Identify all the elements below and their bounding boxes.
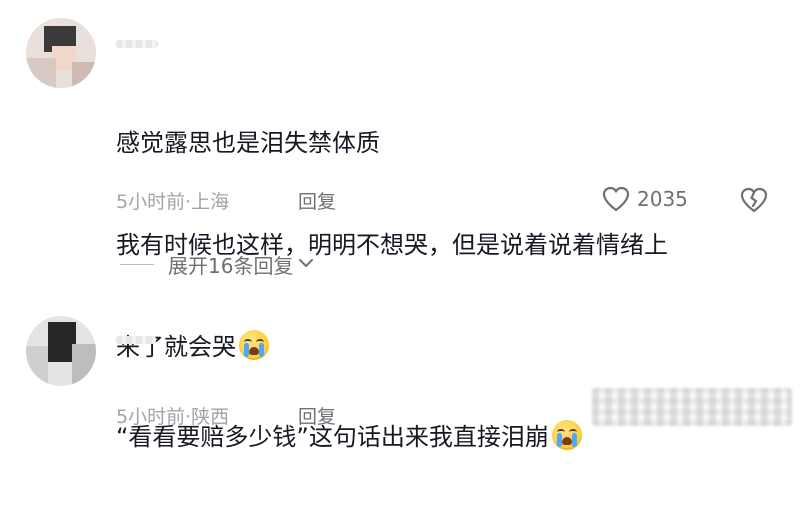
- avatar-pixel: [26, 58, 56, 88]
- expand-replies-button[interactable]: 展开16条回复: [120, 250, 315, 279]
- loudly-crying-face-icon: [551, 420, 582, 450]
- broken-heart-icon: [740, 187, 768, 217]
- location: 陕西: [191, 406, 230, 428]
- location: 上海: [191, 191, 230, 213]
- chevron-down-icon: [297, 254, 315, 276]
- avatar[interactable]: [26, 18, 96, 88]
- comment-meta: 5小时前·陕西: [116, 402, 229, 429]
- comment-line: 感觉露思也是泪失禁体质: [116, 129, 380, 157]
- timestamp: 5小时前: [116, 406, 186, 428]
- avatar[interactable]: [26, 316, 96, 386]
- avatar-pixel: [72, 62, 96, 88]
- divider-line: [120, 264, 154, 265]
- username[interactable]: [116, 40, 158, 48]
- expand-replies-label: 展开16条回复: [168, 254, 294, 278]
- heart-icon: [602, 186, 630, 212]
- blurred-watermark: [592, 388, 792, 426]
- comment-text: “看看要赔多少钱”这句话出来我直接泪崩: [116, 352, 582, 522]
- comment-meta: 5小时前·上海: [116, 187, 229, 214]
- like-button[interactable]: 2035: [602, 186, 688, 212]
- avatar-pixel: [72, 344, 96, 386]
- avatar-pixel: [26, 346, 48, 386]
- timestamp: 5小时前: [116, 191, 186, 213]
- reply-button[interactable]: 回复: [298, 402, 336, 429]
- like-count: 2035: [637, 187, 688, 211]
- username[interactable]: [116, 336, 156, 344]
- dislike-button[interactable]: [740, 187, 768, 217]
- reply-button[interactable]: 回复: [298, 187, 336, 214]
